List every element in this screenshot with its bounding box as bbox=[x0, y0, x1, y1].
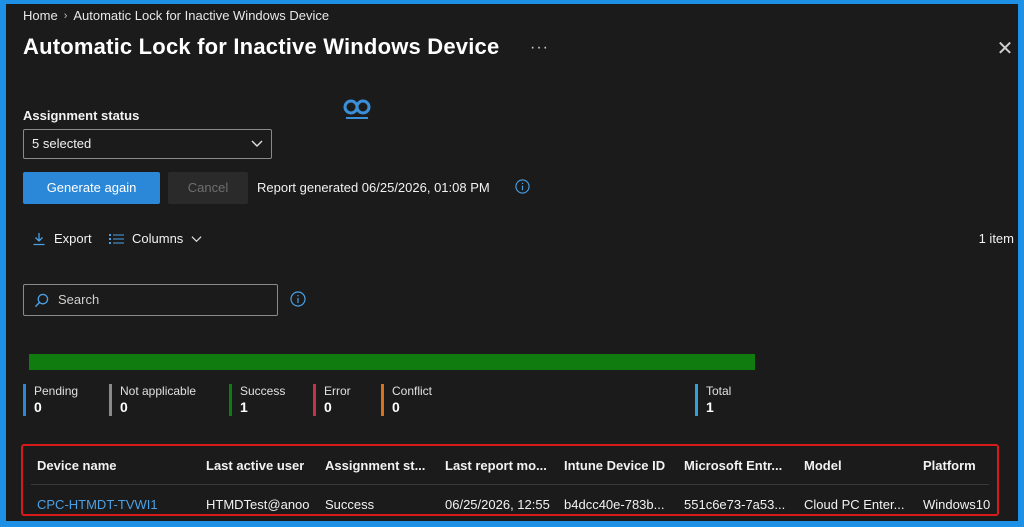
stat-value: 1 bbox=[706, 399, 714, 415]
column-header-last-report-modified[interactable]: Last report mo... bbox=[445, 458, 547, 473]
stat-value: 0 bbox=[324, 399, 332, 415]
more-options-button[interactable]: ··· bbox=[530, 39, 549, 57]
table-cell: Success bbox=[325, 497, 375, 512]
status-progress-bar bbox=[29, 354, 755, 370]
close-icon[interactable]: ✕ bbox=[994, 36, 1016, 61]
item-count: 1 item bbox=[978, 231, 1014, 246]
row-divider bbox=[31, 484, 989, 485]
stat-value: 1 bbox=[240, 399, 248, 415]
report-generated-text: Report generated 06/25/2026, 01:08 PM bbox=[257, 180, 490, 195]
column-header-microsoft-entra[interactable]: Microsoft Entr... bbox=[684, 458, 782, 473]
column-header-model[interactable]: Model bbox=[804, 458, 842, 473]
stat-label: Success bbox=[240, 384, 286, 398]
table-cell: b4dcc40e-783b... bbox=[564, 497, 665, 512]
assignment-status-value: 5 selected bbox=[32, 136, 92, 151]
chevron-down-icon bbox=[191, 236, 202, 243]
column-header-platform[interactable]: Platform bbox=[923, 458, 976, 473]
stat-label: Pending bbox=[34, 384, 79, 398]
stat-value: 0 bbox=[120, 399, 128, 415]
stat-label: Not applicable bbox=[120, 384, 197, 398]
search-icon bbox=[34, 293, 49, 308]
columns-list-icon bbox=[109, 233, 124, 244]
search-input[interactable]: Search bbox=[23, 284, 278, 316]
stat-label: Error bbox=[324, 384, 351, 398]
table-cell: 551c6e73-7a53... bbox=[684, 497, 786, 512]
column-header-intune-device-id[interactable]: Intune Device ID bbox=[564, 458, 665, 473]
page-title: Automatic Lock for Inactive Windows Devi… bbox=[23, 34, 500, 59]
stat-pending[interactable]: Pending 0 bbox=[23, 384, 78, 416]
stat-total[interactable]: Total 1 bbox=[695, 384, 731, 416]
columns-button[interactable]: Columns bbox=[109, 231, 202, 246]
stat-label: Conflict bbox=[392, 384, 433, 398]
cancel-button: Cancel bbox=[168, 172, 248, 204]
assignment-status-label: Assignment status bbox=[23, 108, 140, 123]
column-header-last-active-user[interactable]: Last active user bbox=[206, 458, 304, 473]
table-cell: Windows10 bbox=[923, 497, 991, 512]
assignment-status-dropdown[interactable]: 5 selected bbox=[23, 129, 272, 159]
stat-not-applicable[interactable]: Not applicable 0 bbox=[109, 384, 196, 416]
export-button[interactable]: Export bbox=[32, 231, 92, 246]
breadcrumb-current[interactable]: Automatic Lock for Inactive Windows Devi… bbox=[73, 8, 329, 23]
column-header-device-name[interactable]: Device name bbox=[37, 458, 117, 473]
download-icon bbox=[33, 232, 45, 245]
table-cell: Cloud PC Enter... bbox=[804, 497, 905, 512]
watermark-logo-icon bbox=[343, 99, 371, 119]
breadcrumb: Home › Automatic Lock for Inactive Windo… bbox=[23, 8, 329, 23]
export-label: Export bbox=[54, 231, 92, 246]
stat-value: 0 bbox=[392, 399, 400, 415]
breadcrumb-home[interactable]: Home bbox=[23, 8, 58, 23]
table-cell: 06/25/2026, 12:55 bbox=[445, 497, 550, 512]
device-name-link[interactable]: CPC-HTMDT-TVWI1 bbox=[37, 497, 197, 512]
info-icon[interactable] bbox=[515, 179, 530, 194]
stat-conflict[interactable]: Conflict 0 bbox=[381, 384, 432, 416]
chevron-down-icon bbox=[251, 140, 263, 147]
columns-label: Columns bbox=[132, 231, 184, 246]
search-placeholder: Search bbox=[58, 292, 100, 307]
stat-value: 0 bbox=[34, 399, 42, 415]
chevron-right-icon: › bbox=[63, 9, 68, 22]
blade-frame: Home › Automatic Lock for Inactive Windo… bbox=[0, 0, 1024, 527]
devices-table: Device name Last active user Assignment … bbox=[21, 444, 999, 516]
status-progress-fill bbox=[29, 354, 755, 370]
stat-success[interactable]: Success 1 bbox=[229, 384, 285, 416]
generate-again-button[interactable]: Generate again bbox=[23, 172, 160, 204]
stat-label: Total bbox=[706, 384, 732, 398]
info-icon[interactable] bbox=[290, 291, 306, 307]
stat-error[interactable]: Error 0 bbox=[313, 384, 351, 416]
table-cell: HTMDTest@anoo bbox=[206, 497, 310, 512]
column-header-assignment-status[interactable]: Assignment st... bbox=[325, 458, 425, 473]
